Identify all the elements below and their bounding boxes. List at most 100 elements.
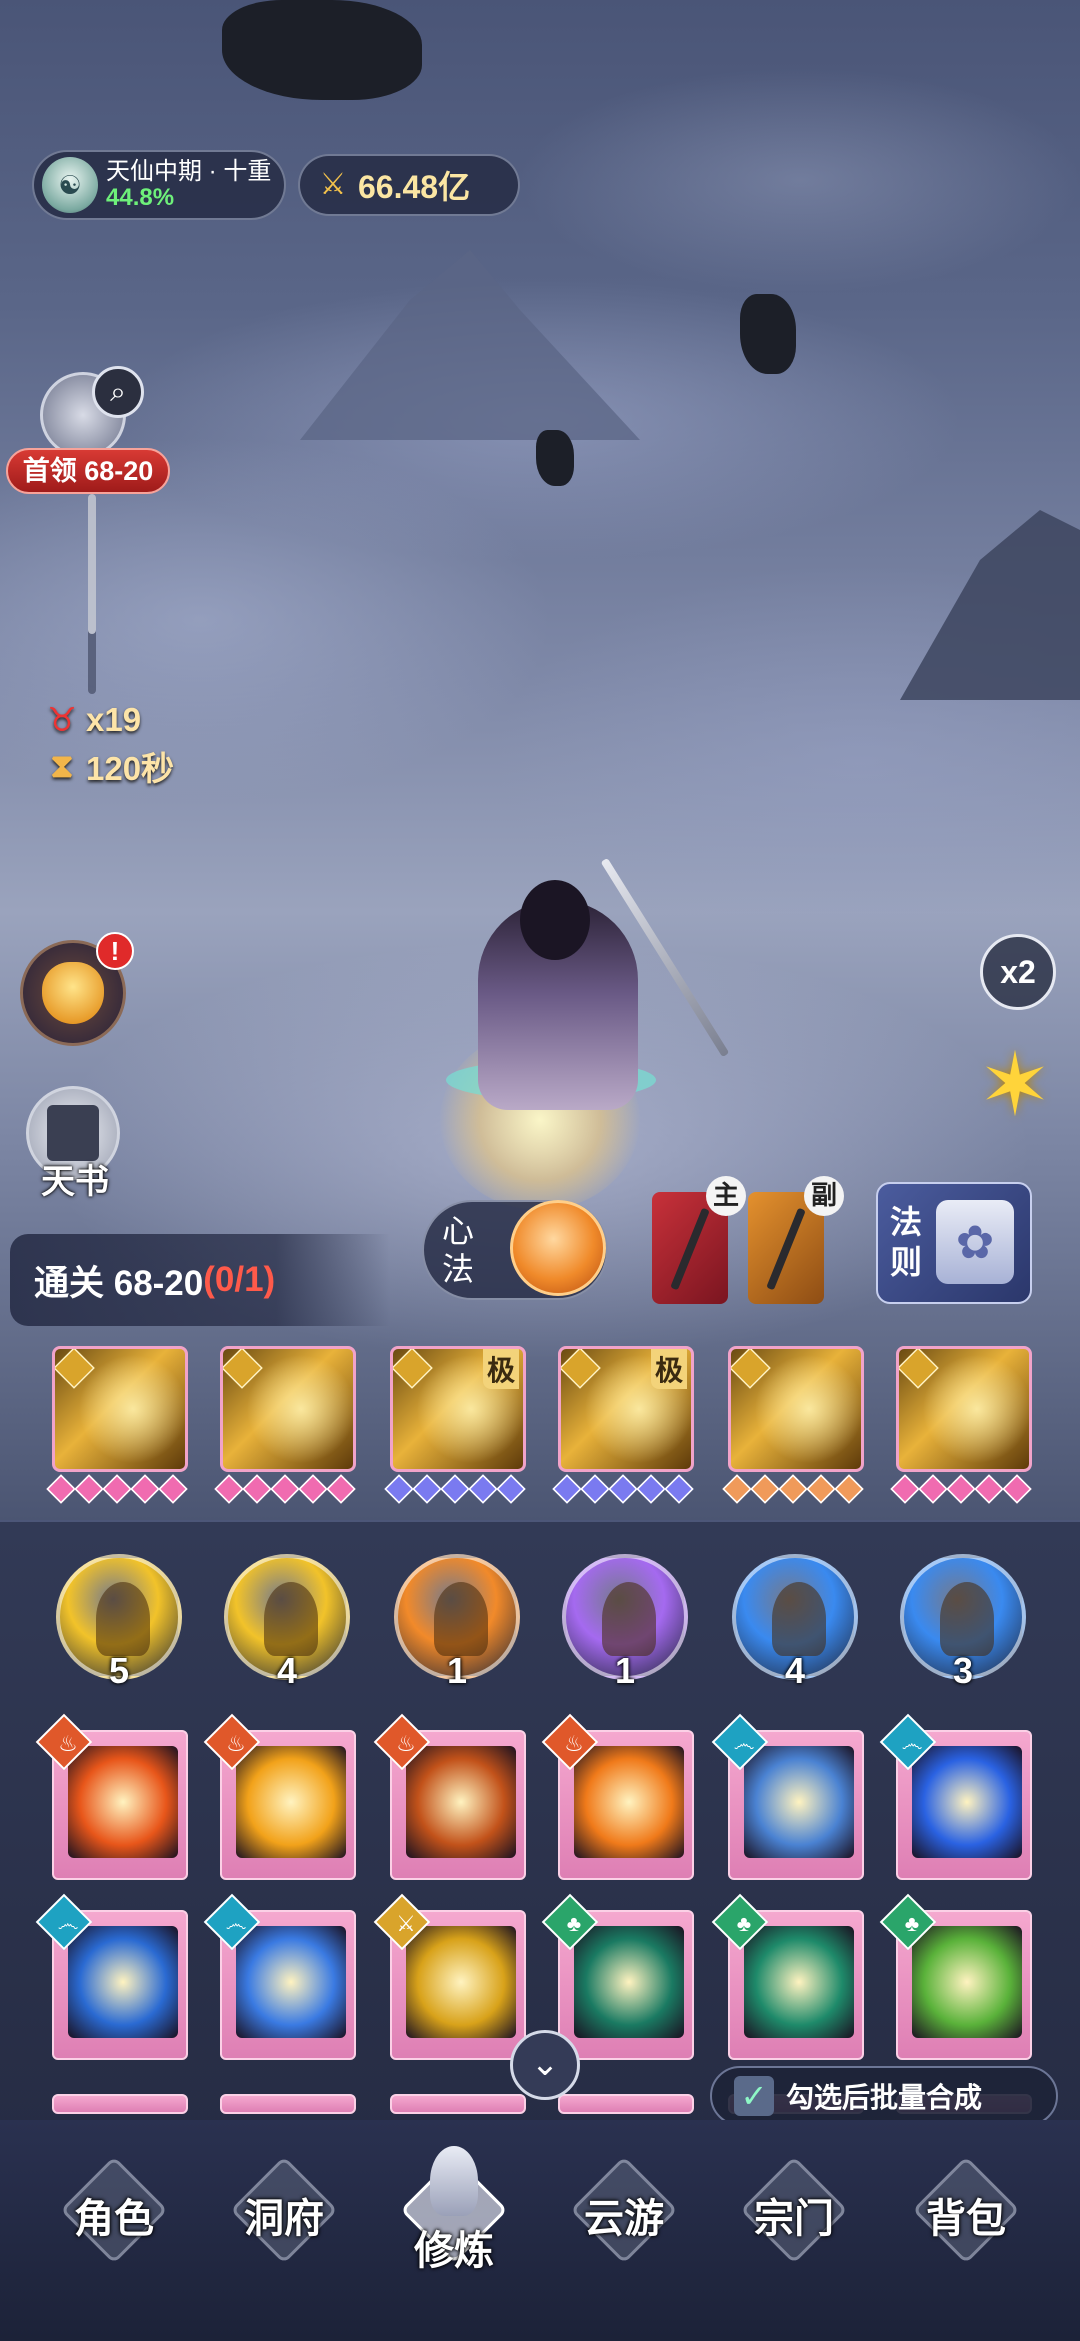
- treasure-bag-icon: [42, 962, 104, 1024]
- realm-panel[interactable]: ☯ 天仙中期 · 十重 44.8%: [32, 150, 286, 220]
- speed-toggle-button[interactable]: x2: [980, 934, 1056, 1010]
- star-gem-icon: [440, 1474, 470, 1504]
- skill-card[interactable]: ♨: [35, 1713, 188, 1880]
- checkbox-checked-icon[interactable]: ✓: [734, 2076, 774, 2116]
- extreme-rank-badge: 极: [482, 1349, 519, 1389]
- wood-element-icon: ♣: [566, 1911, 582, 1936]
- nav-tab-label: 洞府: [244, 2197, 324, 2241]
- star-gem-icon: [636, 1474, 666, 1504]
- star-gem-icon: [412, 1474, 442, 1504]
- nav-tab-2[interactable]: 修炼: [384, 2140, 524, 2280]
- equipped-skill-slot[interactable]: [220, 1346, 356, 1472]
- cultivator-figure-icon: [430, 2146, 478, 2216]
- wood-element-icon: ♣: [736, 1911, 752, 1936]
- star-gem-icon: [750, 1474, 780, 1504]
- star-gem-icon: [158, 1474, 188, 1504]
- skill-card-partial[interactable]: [220, 2094, 356, 2114]
- mind-method-orb-icon[interactable]: [510, 1200, 606, 1296]
- notification-badge: !: [96, 932, 134, 970]
- hexagram-star-icon[interactable]: ✶: [970, 1040, 1060, 1130]
- skill-card[interactable]: ♣: [541, 1893, 694, 2060]
- star-gem-icon: [326, 1474, 356, 1504]
- fire-element-icon: ♨: [226, 1731, 246, 1756]
- star-gem-icon: [46, 1474, 76, 1504]
- orb-count: 4: [784, 1650, 806, 1691]
- extreme-rank-badge: 极: [650, 1349, 687, 1389]
- timer: ⧗ 120秒: [42, 742, 174, 790]
- stage-clear-progress: 通关 68-20 (0/1): [10, 1234, 390, 1326]
- orb-count: 1: [446, 1650, 468, 1691]
- realm-progress: 44.8%: [106, 184, 175, 211]
- star-gem-icon: [270, 1474, 300, 1504]
- stage-progress-count: (0/1): [203, 1260, 276, 1299]
- water-element-icon: ෴: [225, 1911, 247, 1936]
- boss-stage-badge[interactable]: 首领 68-20: [6, 448, 170, 494]
- figure-silhouette-icon: [602, 1582, 656, 1656]
- star-gem-row: [214, 1474, 356, 1506]
- batch-merge-toggle[interactable]: ✓ 勾选后批量合成: [710, 2066, 1058, 2126]
- nav-tab-0[interactable]: 角色: [44, 2140, 184, 2280]
- star-gem-icon: [384, 1474, 414, 1504]
- skill-card-partial[interactable]: [558, 2094, 694, 2114]
- star-gem-icon: [946, 1474, 976, 1504]
- mind-method-label: 心法: [441, 1213, 474, 1287]
- equipped-skill-slot[interactable]: 极: [558, 1346, 694, 1472]
- floating-rock: [740, 294, 796, 374]
- star-gem-icon: [74, 1474, 104, 1504]
- crossed-swords-icon: ⚔: [319, 168, 347, 201]
- star-gem-icon: [102, 1474, 132, 1504]
- water-element-icon: ෴: [733, 1731, 755, 1756]
- star-gem-icon: [834, 1474, 864, 1504]
- enemy-count-value: x19: [86, 700, 142, 738]
- nav-tab-label: 宗门: [754, 2197, 834, 2241]
- skill-card[interactable]: ♣: [711, 1893, 864, 2060]
- mountain-peak-right: [900, 510, 1080, 700]
- equipped-skill-slot[interactable]: [52, 1346, 188, 1472]
- nav-tab-4[interactable]: 宗门: [724, 2140, 864, 2280]
- skill-card[interactable]: ෴: [35, 1893, 188, 2060]
- water-element-icon: ෴: [901, 1731, 923, 1756]
- star-gem-icon: [608, 1474, 638, 1504]
- skill-card-partial[interactable]: [390, 2094, 526, 2114]
- blade-icon: [766, 1207, 806, 1291]
- star-gem-row: [384, 1474, 526, 1506]
- nav-tab-1[interactable]: 洞府: [214, 2140, 354, 2280]
- skill-card-partial[interactable]: [52, 2094, 188, 2114]
- skill-card[interactable]: ♨: [373, 1713, 526, 1880]
- star-gem-icon: [468, 1474, 498, 1504]
- search-icon[interactable]: ⌕: [92, 366, 144, 418]
- equipped-skill-slot[interactable]: [896, 1346, 1032, 1472]
- heavenly-book-label: 天书: [41, 1163, 109, 1201]
- law-label: 法则: [889, 1204, 922, 1280]
- orb-count: 1: [614, 1650, 636, 1691]
- star-gem-icon: [552, 1474, 582, 1504]
- nav-tab-3[interactable]: 云游: [554, 2140, 694, 2280]
- star-gem-icon: [664, 1474, 694, 1504]
- floating-rock: [536, 430, 574, 486]
- realm-name: 天仙中期 · 十重: [106, 158, 272, 185]
- skill-card[interactable]: ෴: [203, 1893, 356, 2060]
- equipped-skill-slot[interactable]: 极: [390, 1346, 526, 1472]
- star-gem-icon: [496, 1474, 526, 1504]
- orb-count: 3: [952, 1650, 974, 1691]
- skill-card[interactable]: ⚔: [373, 1893, 526, 2060]
- nav-tab-label: 修炼: [414, 2229, 494, 2273]
- star-gem-icon: [242, 1474, 272, 1504]
- star-gem-icon: [1002, 1474, 1032, 1504]
- skill-card[interactable]: ♨: [541, 1713, 694, 1880]
- figure-silhouette-icon: [434, 1582, 488, 1656]
- skill-card[interactable]: ♣: [879, 1893, 1032, 2060]
- combat-power-panel[interactable]: ⚔ 66.48亿: [298, 154, 520, 216]
- figure-silhouette-icon: [772, 1582, 826, 1656]
- character-head: [520, 880, 590, 960]
- skill-card[interactable]: ෴: [879, 1713, 1032, 1880]
- fire-element-icon: ♨: [564, 1731, 584, 1756]
- nav-tab-5[interactable]: 背包: [896, 2140, 1036, 2280]
- skill-card[interactable]: ♨: [203, 1713, 356, 1880]
- chevron-down-icon[interactable]: ⌄: [510, 2030, 580, 2100]
- skill-card[interactable]: ෴: [711, 1713, 864, 1880]
- equipped-skill-slot[interactable]: [728, 1346, 864, 1472]
- metal-element-icon: ⚔: [396, 1911, 416, 1936]
- enemy-count: ♉ x19: [42, 700, 141, 739]
- floating-rock: [222, 0, 422, 100]
